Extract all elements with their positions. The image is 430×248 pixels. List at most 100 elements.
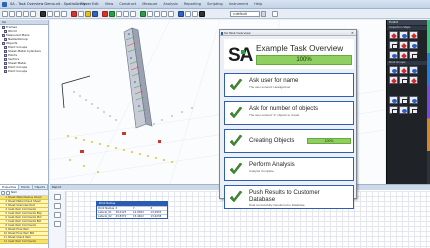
toolkit-button[interactable] bbox=[399, 51, 408, 59]
toolkit-button[interactable] bbox=[409, 41, 418, 49]
undo-button[interactable] bbox=[23, 11, 29, 17]
measure-button[interactable] bbox=[78, 11, 84, 17]
toolkit-row bbox=[387, 30, 430, 40]
menu-instrument[interactable]: Instrument bbox=[229, 2, 248, 6]
zoom-tool-button[interactable] bbox=[47, 11, 53, 17]
menu-help[interactable]: Help bbox=[254, 2, 262, 6]
property-row-number: 10 bbox=[3, 232, 7, 235]
toolkit-button[interactable] bbox=[409, 31, 418, 39]
task-title: Perform Analysis bbox=[249, 161, 295, 168]
render-button[interactable] bbox=[199, 11, 205, 17]
menu-analysis[interactable]: Analysis bbox=[163, 2, 177, 6]
toolkit-button[interactable] bbox=[409, 66, 418, 74]
report-camera-button[interactable] bbox=[54, 194, 61, 200]
options-button[interactable] bbox=[185, 11, 191, 17]
toolkit-button[interactable] bbox=[409, 106, 418, 114]
menu-scripting[interactable]: Scripting bbox=[207, 2, 223, 6]
mast-structure bbox=[123, 27, 153, 129]
view-combo-go-button[interactable] bbox=[272, 11, 278, 17]
menu-measure[interactable]: Measure bbox=[142, 2, 157, 6]
toolkit-button[interactable] bbox=[399, 66, 408, 74]
tab-points[interactable]: Points bbox=[19, 185, 33, 189]
instrument-button[interactable] bbox=[92, 11, 98, 17]
folder-icon bbox=[2, 33, 5, 37]
tab-objects[interactable]: Objects bbox=[33, 185, 49, 189]
open-file-button[interactable] bbox=[9, 11, 15, 17]
mp-edit-button[interactable] bbox=[147, 11, 153, 17]
check-icon bbox=[229, 106, 243, 119]
property-row[interactable]: 12 Inset Item Comments bbox=[0, 240, 48, 244]
points-icon bbox=[4, 65, 7, 69]
chevron-down-icon[interactable] bbox=[261, 11, 266, 17]
toolkit-button[interactable] bbox=[389, 96, 398, 104]
menu-edit[interactable]: Edit bbox=[92, 2, 99, 6]
toolkit-button[interactable] bbox=[389, 66, 398, 74]
property-row-number: 7 bbox=[5, 220, 7, 223]
report-text-button[interactable] bbox=[54, 203, 61, 209]
report-image-button[interactable] bbox=[54, 221, 61, 227]
toolkit-button[interactable] bbox=[389, 76, 398, 84]
save-file-button[interactable] bbox=[16, 11, 22, 17]
toolkit-button[interactable] bbox=[389, 41, 398, 49]
dialog-header: SA Example Task Overview 100% bbox=[224, 39, 354, 69]
stop-button[interactable] bbox=[102, 11, 108, 17]
check-icon bbox=[229, 134, 243, 147]
folder-icon bbox=[2, 41, 5, 45]
property-row-name: Inset Item Comments bbox=[8, 224, 36, 227]
toolkit-button[interactable] bbox=[389, 51, 398, 59]
select-tool-button[interactable] bbox=[40, 11, 46, 17]
toolkit-button[interactable] bbox=[389, 31, 398, 39]
menu-file[interactable]: File bbox=[80, 2, 86, 6]
tab-properties[interactable]: Properties bbox=[0, 185, 20, 189]
run-button[interactable] bbox=[109, 11, 115, 17]
report-button[interactable] bbox=[154, 11, 160, 17]
report-table-button[interactable] bbox=[54, 212, 61, 218]
check-icon bbox=[229, 190, 243, 203]
property-row-name: Inset Item Comments Bkt bbox=[8, 220, 42, 223]
layers-button[interactable] bbox=[192, 11, 198, 17]
pan-tool-button[interactable] bbox=[61, 11, 67, 17]
highlight-button[interactable] bbox=[85, 11, 91, 17]
filter-button[interactable] bbox=[1, 190, 5, 195]
property-row-name: Inset Item Comments bbox=[8, 208, 36, 211]
tree-item[interactable]: Point Groups bbox=[0, 69, 48, 73]
task-subtitle: Data successfully transferred to Databas… bbox=[249, 203, 305, 207]
graph-button[interactable] bbox=[161, 11, 167, 17]
property-row-number: 1 bbox=[5, 196, 7, 199]
view-front-button[interactable] bbox=[116, 11, 122, 17]
report-table-row: Lateral_01 39.0123 12.9393 13.2934 bbox=[97, 210, 167, 214]
rotate-tool-button[interactable] bbox=[54, 11, 60, 17]
toolkit-button[interactable] bbox=[399, 96, 408, 104]
toolkit-row bbox=[387, 95, 430, 105]
toolkit-button[interactable] bbox=[409, 76, 418, 84]
toolkit-button[interactable] bbox=[399, 31, 408, 39]
settings-button[interactable] bbox=[178, 11, 184, 17]
mp-run-button[interactable] bbox=[140, 11, 146, 17]
menu-construct[interactable]: Construct bbox=[119, 2, 136, 6]
report-table-cell: Y bbox=[133, 207, 135, 210]
view-top-button[interactable] bbox=[123, 11, 129, 17]
menu-view[interactable]: View bbox=[105, 2, 113, 6]
toolkit-button[interactable] bbox=[409, 51, 418, 59]
view-combo[interactable]: v.default bbox=[230, 11, 260, 17]
redo-button[interactable] bbox=[30, 11, 36, 17]
report-table-cell: Z bbox=[150, 207, 153, 210]
sa-logo: SA bbox=[227, 42, 253, 64]
toolkit-button[interactable] bbox=[409, 96, 418, 104]
toolkit-button[interactable] bbox=[399, 41, 408, 49]
table-button[interactable] bbox=[168, 11, 174, 17]
property-row-number: 3 bbox=[5, 204, 7, 207]
surface-icon bbox=[4, 61, 7, 65]
toolkit-button[interactable] bbox=[399, 76, 408, 84]
sort-button[interactable] bbox=[6, 190, 10, 195]
toolkit-button[interactable] bbox=[399, 106, 408, 114]
folder-icon bbox=[2, 25, 5, 29]
view-side-button[interactable] bbox=[130, 11, 136, 17]
menu-reporting[interactable]: Reporting bbox=[184, 2, 201, 6]
toolkit-button[interactable] bbox=[389, 106, 398, 114]
report-table: Point Names Point Names X Y Z Lateral_01 39.0… bbox=[96, 201, 168, 219]
record-button[interactable] bbox=[71, 11, 77, 17]
new-file-button[interactable] bbox=[2, 11, 8, 17]
property-row-number: 11 bbox=[3, 236, 7, 239]
close-icon[interactable]: ✕ bbox=[350, 31, 355, 36]
